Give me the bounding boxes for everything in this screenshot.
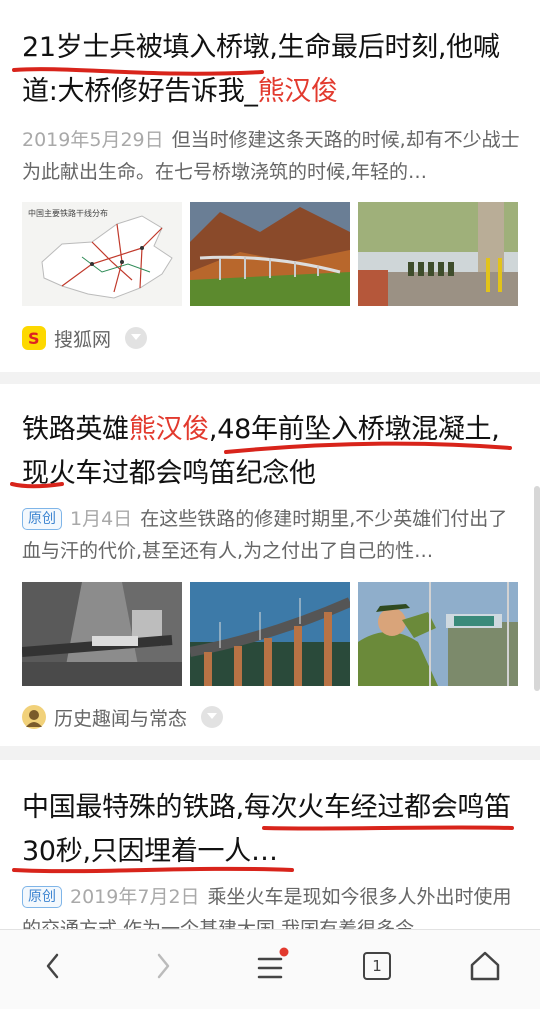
- result-title[interactable]: 21岁士兵被填入桥墩,生命最后时刻,他喊道:大桥修好告诉我_熊汉俊: [22, 26, 518, 114]
- sohu-logo-icon: S: [22, 326, 46, 350]
- source-name: 搜狐网: [54, 328, 112, 351]
- thumbnail-row: [22, 582, 518, 686]
- chevron-left-icon[interactable]: [28, 944, 78, 988]
- result-meta: 2019年5月29日 但当时修建这条天路的时候,却有不少战士为此献出生命。在七号桥…: [22, 124, 522, 188]
- thumbnail-soldier-salute[interactable]: [358, 582, 518, 686]
- result-title[interactable]: 铁路英雄熊汉俊,48年前坠入桥墩混凝土,现火车过都会鸣笛纪念他: [22, 408, 518, 496]
- keyword-highlight: 熊汉俊: [128, 414, 209, 445]
- keyword-highlight: 熊汉俊: [257, 76, 338, 107]
- result-card-1[interactable]: 21岁士兵被填入桥墩,生命最后时刻,他喊道:大桥修好告诉我_熊汉俊 2019年5…: [0, 0, 540, 372]
- thumbnail-memorial-site[interactable]: [358, 202, 518, 306]
- chevron-right-icon[interactable]: [138, 944, 188, 988]
- avatar-icon: [22, 705, 46, 729]
- svg-text:S: S: [28, 329, 40, 348]
- source-name: 历史趣闻与常态: [54, 707, 188, 730]
- thumbnail-row: 中国主要铁路干线分布: [22, 202, 518, 306]
- map-caption: 中国主要铁路干线分布: [28, 208, 108, 218]
- bottom-navigation-bar: 1: [0, 929, 540, 1009]
- tabs-button[interactable]: 1: [352, 944, 402, 988]
- result-date: 2019年7月2日: [70, 886, 200, 908]
- result-date: 2019年5月29日: [22, 129, 164, 151]
- source-row[interactable]: 历史趣闻与常态: [22, 702, 224, 732]
- original-badge: 原创: [22, 886, 62, 908]
- home-icon[interactable]: [460, 944, 510, 988]
- chevron-down-icon[interactable]: [201, 706, 224, 728]
- original-badge: 原创: [22, 508, 62, 530]
- result-card-2[interactable]: 铁路英雄熊汉俊,48年前坠入桥墩混凝土,现火车过都会鸣笛纪念他 原创 1月4日 在这…: [0, 384, 540, 746]
- notification-dot: [279, 947, 289, 957]
- thumbnail-mountain-bridge[interactable]: [190, 202, 350, 306]
- thumbnail-viaduct[interactable]: [190, 582, 350, 686]
- chevron-down-icon[interactable]: [125, 327, 148, 349]
- source-row[interactable]: S 搜狐网: [22, 323, 148, 353]
- thumbnail-railway-map[interactable]: 中国主要铁路干线分布: [22, 202, 182, 306]
- scrollbar-thumb[interactable]: [534, 486, 540, 691]
- result-meta: 原创 1月4日 在这些铁路的修建时期里,不少英雄们付出了血与汗的代价,甚至还有人,为…: [22, 503, 522, 567]
- result-title[interactable]: 中国最特殊的铁路,每次火车经过都会鸣笛30秒,只因埋着一人…: [22, 786, 518, 874]
- tabs-count: 1: [363, 952, 391, 980]
- result-date: 1月4日: [70, 508, 133, 530]
- thumbnail-bw-railway[interactable]: [22, 582, 182, 686]
- menu-icon[interactable]: [245, 944, 295, 988]
